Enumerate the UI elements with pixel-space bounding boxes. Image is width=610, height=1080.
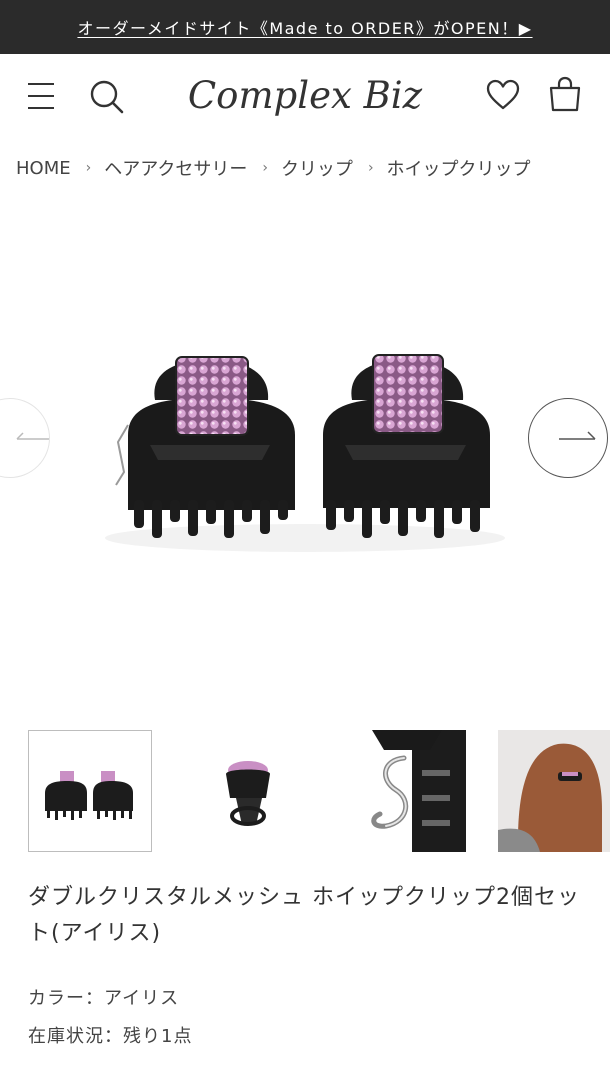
stock-label: 在庫状況：	[28, 1026, 123, 1047]
breadcrumb-home[interactable]: HOME	[16, 158, 71, 179]
search-icon[interactable]	[88, 78, 124, 114]
color-label: カラー：	[28, 988, 104, 1009]
site-logo[interactable]: Complex Biz	[150, 66, 460, 126]
heart-icon[interactable]	[486, 79, 520, 111]
arrow-left-icon[interactable]	[0, 398, 50, 478]
arrow-right-icon[interactable]	[528, 398, 608, 478]
product-stock-line: 在庫状況：残り1点	[28, 1022, 192, 1048]
hamburger-icon[interactable]	[26, 81, 56, 111]
breadcrumb-separator-icon: ›	[262, 160, 268, 176]
product-photo	[105, 354, 505, 552]
announcement-link[interactable]: オーダーメイドサイト《Made to ORDER》がOPEN！▶	[77, 15, 532, 39]
color-value: アイリス	[104, 988, 180, 1009]
product-title: ダブルクリスタルメッシュ ホイップクリップ2個セット(アイリス)	[28, 885, 580, 946]
breadcrumb-hair-accessories[interactable]: ヘアアクセサリー	[104, 155, 247, 181]
shopping-bag-icon[interactable]	[548, 76, 582, 112]
left-clip-illustration	[115, 356, 295, 538]
right-clip-illustration	[323, 354, 490, 538]
breadcrumb-separator-icon: ›	[85, 160, 92, 176]
stock-value: 残り1点	[123, 1026, 193, 1047]
thumbnail-3[interactable]	[342, 730, 466, 852]
product-color-line: カラー：アイリス	[28, 984, 179, 1010]
breadcrumb-separator-icon: ›	[367, 160, 374, 176]
breadcrumb-clips[interactable]: クリップ	[281, 155, 353, 181]
thumbnail-2[interactable]	[186, 730, 310, 852]
product-main-image[interactable]	[0, 210, 610, 680]
thumbnail-strip	[28, 730, 610, 854]
announcement-bar: オーダーメイドサイト《Made to ORDER》がOPEN！▶	[0, 0, 610, 54]
breadcrumb-whip-clips: ホイップクリップ	[386, 159, 531, 180]
thumbnail-4[interactable]	[498, 730, 610, 852]
breadcrumb: HOME › ヘアアクセサリー › クリップ › ホイップクリップ	[16, 154, 606, 182]
site-header: Complex Biz	[0, 54, 610, 140]
thumbnail-1[interactable]	[28, 730, 152, 852]
